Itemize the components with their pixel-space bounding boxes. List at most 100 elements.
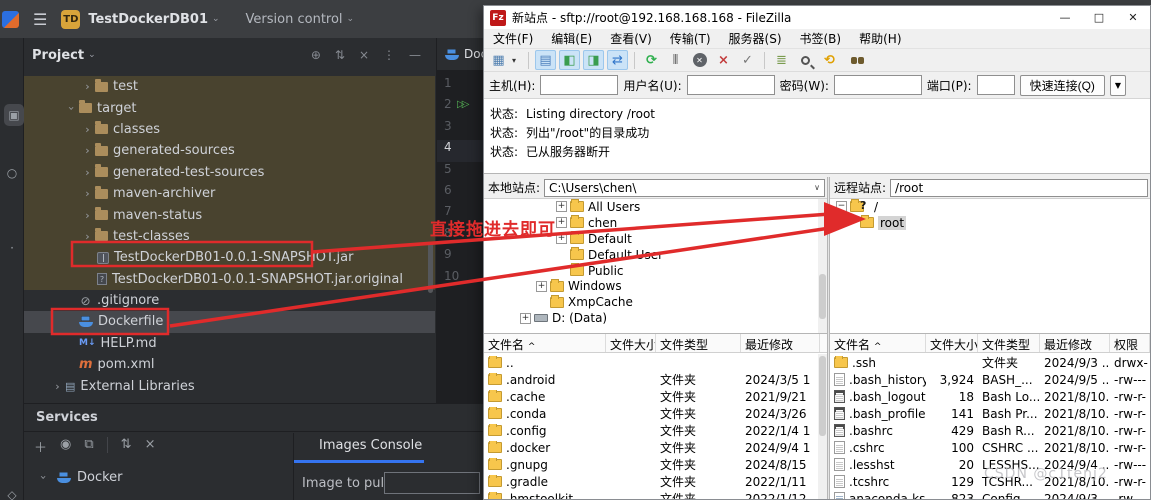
remote-site-combo[interactable]: /root (890, 178, 1148, 197)
menu-edit[interactable]: 编辑(E) (542, 30, 601, 47)
expand-collapse-icon[interactable]: ⇅ (335, 48, 345, 62)
column-filesize[interactable]: 文件大小 (606, 334, 656, 352)
file-row[interactable]: anaconda-ks.cfg823Config...2024/9/3 ...-… (830, 490, 1150, 499)
chevron-right-icon[interactable]: › (80, 166, 95, 179)
column-modified[interactable]: 最近修改 (1040, 334, 1110, 352)
password-input[interactable] (833, 75, 922, 95)
project-panel-title[interactable]: Project (32, 48, 84, 63)
more-options-icon[interactable]: ⋮ (383, 48, 395, 62)
image-to-pull-input[interactable] (384, 472, 480, 494)
file-row[interactable]: .bash_logout 18 Bash Lo... 2021/8/10... -rw-… (830, 388, 1150, 405)
menu-transfer[interactable]: 传输(T) (661, 30, 720, 47)
menu-view[interactable]: 查看(V) (601, 30, 661, 47)
tree-item-gitignore[interactable]: ⊘ .gitignore (24, 290, 435, 311)
tree-item-snapshot-jar-original[interactable]: ? TestDockerDB01-0.0.1-SNAPSHOT.jar.orig… (24, 268, 435, 290)
file-row[interactable]: .gnupg 文件夹 2024/8/15 (484, 456, 827, 473)
file-row[interactable]: .bash_profile 141 Bash Pr... 2021/8/10... -r… (830, 405, 1150, 422)
menu-bookmarks[interactable]: 书签(B) (791, 30, 851, 47)
expand-all-icon[interactable]: ⇅ (121, 437, 132, 456)
synchronized-browsing-icon[interactable]: ⟲ (819, 50, 840, 70)
services-title[interactable]: Services (24, 404, 483, 432)
chevron-expanded-icon[interactable]: › (65, 101, 78, 116)
services-tool-icon[interactable]: ◇ (0, 488, 24, 500)
file-row[interactable]: .conda 文件夹 2024/3/26 (484, 405, 827, 422)
tree-item-snapshot-jar[interactable]: TestDockerDB01-0.0.1-SNAPSHOT.jar (24, 247, 435, 269)
expand-icon[interactable]: + (556, 233, 567, 245)
minimize-button[interactable]: — (1048, 7, 1082, 29)
project-badge[interactable]: TD (61, 9, 81, 29)
toggle-message-log-icon[interactable]: ▤ (535, 50, 556, 70)
locate-file-icon[interactable]: ⊕ (311, 48, 321, 62)
tree-item-target[interactable]: › target (24, 97, 435, 119)
username-input[interactable] (686, 75, 775, 95)
file-row[interactable]: .bashrc 429 Bash R... 2021/8/10... -rw-r- (830, 422, 1150, 439)
commit-tool-icon[interactable]: ○ (0, 166, 24, 180)
local-tree-scrollbar[interactable] (818, 199, 827, 333)
local-tree-item-d-drive[interactable]: + D: (Data) (484, 310, 827, 326)
tree-item-external-libraries[interactable]: › ▤ External Libraries (24, 375, 435, 396)
close-button[interactable]: ✕ (1116, 7, 1150, 29)
tree-item-test[interactable]: › test (24, 76, 435, 98)
column-filename[interactable]: 文件名 ^ (484, 334, 606, 352)
local-tree-item-chen[interactable]: + chen (484, 215, 827, 231)
chevron-right-icon[interactable]: › (80, 209, 95, 222)
site-manager-icon[interactable]: ▦ (488, 50, 509, 70)
tree-item-generated-sources[interactable]: › generated-sources (24, 140, 435, 162)
more-tools-icon[interactable]: · (0, 241, 24, 255)
chevron-down-icon[interactable]: ∨ (814, 183, 824, 192)
file-row[interactable]: .bash_history 3,924 BASH_... 2024/9/5 ... -r… (830, 371, 1150, 388)
chevron-right-icon[interactable]: › (80, 123, 95, 136)
remote-tree-item-root[interactable]: root (830, 215, 1150, 231)
collapse-all-icon[interactable]: × (145, 437, 156, 456)
tree-item-dockerfile[interactable]: Dockerfile (24, 311, 435, 333)
file-row[interactable]: .tcshrc 129 TCSHR... 2021/8/10... -rw-r- (830, 473, 1150, 490)
local-tree-item-all-users[interactable]: + All Users (484, 199, 827, 215)
local-site-combo[interactable]: C:\Users\chen\ ∨ (544, 178, 825, 197)
local-tree-item-default[interactable]: + Default (484, 231, 827, 247)
tree-item-help-md[interactable]: M↓ HELP.md (24, 333, 435, 354)
file-row[interactable]: .lesshst 20 LESSHS... 2024/9/4 ... -rw--- (830, 456, 1150, 473)
maximize-button[interactable]: □ (1082, 7, 1116, 29)
tree-item-pom-xml[interactable]: m pom.xml (24, 354, 435, 375)
local-tree-item-windows[interactable]: + Windows (484, 278, 827, 294)
host-input[interactable] (540, 75, 619, 95)
file-row[interactable]: .ssh 文件夹 2024/9/3 ... drwx- (830, 354, 1150, 371)
add-service-icon[interactable]: ＋ (34, 437, 47, 456)
collapse-all-icon[interactable]: × (359, 48, 369, 62)
menu-server[interactable]: 服务器(S) (720, 30, 791, 47)
disconnect-icon[interactable]: × (713, 50, 734, 70)
chevron-right-icon[interactable]: › (50, 380, 65, 393)
toggle-local-tree-icon[interactable]: ◧ (559, 50, 580, 70)
expand-icon[interactable]: + (556, 201, 567, 213)
file-row[interactable]: .android 文件夹 2024/3/5 1 (484, 371, 827, 388)
site-manager-dropdown-icon[interactable]: ▾ (512, 56, 522, 65)
project-tool-icon[interactable]: ▣ (4, 104, 24, 126)
local-tree-item-public[interactable]: Public (484, 263, 827, 279)
local-tree-item-default-user[interactable]: Default User (484, 247, 827, 263)
port-input[interactable] (976, 75, 1015, 95)
chevron-right-icon[interactable]: › (80, 144, 95, 157)
column-filesize[interactable]: 文件大小 (926, 334, 978, 352)
chevron-right-icon[interactable]: › (80, 187, 95, 200)
process-queue-icon[interactable]: ⫴ (665, 50, 686, 70)
project-name[interactable]: TestDockerDB01 (88, 12, 208, 27)
expand-icon[interactable]: + (556, 217, 567, 229)
tree-item-maven-archiver[interactable]: › maven-archiver (24, 182, 435, 205)
tree-item-generated-test-sources[interactable]: › generated-test-sources (24, 161, 435, 183)
chevron-right-icon[interactable]: › (80, 80, 95, 93)
images-console-tab[interactable]: Images Console (319, 438, 422, 453)
column-permissions[interactable]: 权限 (1110, 334, 1150, 352)
tree-item-classes[interactable]: › classes (24, 118, 435, 141)
column-filename[interactable]: 文件名 ^ (830, 334, 926, 352)
column-filetype[interactable]: 文件类型 (978, 334, 1040, 352)
file-row[interactable]: .cshrc 100 CSHRC ... 2021/8/10... -rw-r- (830, 439, 1150, 456)
file-row[interactable]: .hmstoolkit 文件夹 2022/1/12 (484, 490, 827, 499)
services-docker-node[interactable]: › Docker (36, 470, 123, 485)
chevron-right-icon[interactable]: › (80, 230, 95, 243)
toggle-transfer-queue-icon[interactable]: ⇄ (607, 50, 628, 70)
toggle-remote-tree-icon[interactable]: ◨ (583, 50, 604, 70)
find-files-icon[interactable] (843, 50, 864, 70)
file-row[interactable]: .. (484, 354, 827, 371)
local-tree-item-xmpcache[interactable]: XmpCache (484, 294, 827, 310)
quickconnect-dropdown-icon[interactable]: ▼ (1109, 74, 1126, 96)
